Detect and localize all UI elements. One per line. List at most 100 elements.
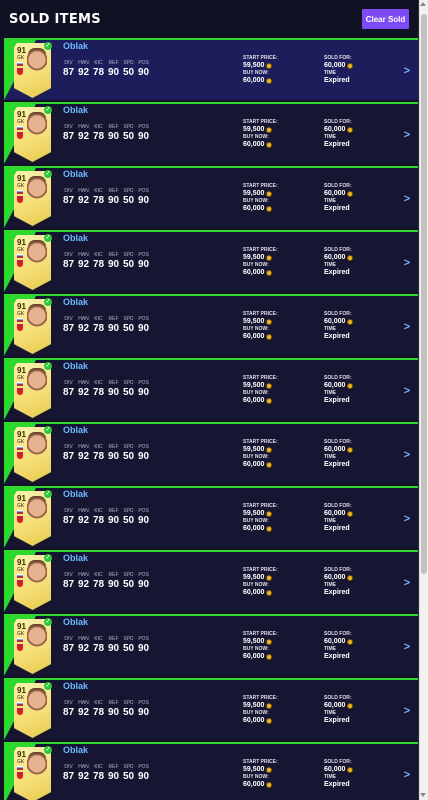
club-badge-icon [17,132,23,139]
panel-header: SOLD ITEMS Clear Sold [0,0,418,38]
scrollbar[interactable] [419,0,428,800]
stat-label: POS [138,572,149,578]
chevron-right-icon[interactable]: > [404,193,410,205]
chevron-right-icon[interactable]: > [404,705,410,717]
card-position: GK [17,311,25,317]
player-face-icon [27,242,47,268]
stat-value: 90 [107,195,120,206]
player-card: 91 GK [14,619,51,674]
player-card: 91 GK [14,555,51,610]
sold-item-row[interactable]: 91 GK ✓ Oblak DIV 87 HAN 92 KIC 78 REF 90 SP… [4,614,418,676]
sold-item-row[interactable]: 91 GK ✓ Oblak DIV 87 HAN 92 KIC 78 REF 90 SP… [4,742,418,800]
stat-label: SPD [123,60,134,66]
stat-spd: SPD 50 [123,636,134,654]
check-icon: ✓ [44,234,52,242]
stat-label: REF [108,188,119,194]
chevron-right-icon[interactable]: > [404,129,410,141]
stat-div: DIV 87 [63,572,74,590]
chevron-right-icon[interactable]: > [404,577,410,589]
sold-item-row[interactable]: 91 GK ✓ Oblak DIV 87 HAN 92 KIC 78 REF 90 SP… [4,422,418,484]
chevron-right-icon[interactable]: > [404,449,410,461]
sold-column: SOLD FOR: 60,000 TIME Expired [324,439,354,469]
player-stats: DIV 87 HAN 92 KIC 78 REF 90 SPD 50 POS 90 [63,124,149,142]
stat-label: REF [108,252,119,258]
player-card: 91 GK [14,747,51,800]
stat-value: 90 [107,259,120,270]
stat-spd: SPD 50 [123,572,134,590]
start-price-amount: 59,500 [243,318,265,325]
sold-item-row[interactable]: 91 GK ✓ Oblak DIV 87 HAN 92 KIC 78 REF 90 SP… [4,550,418,612]
sold-for-value: 60,000 [324,61,354,70]
start-price-amount: 59,500 [243,446,265,453]
scroll-up-arrow-icon[interactable] [420,2,426,6]
player-name: Oblak [63,489,89,499]
stat-han: HAN 92 [78,316,89,334]
stat-pos: POS 90 [138,444,149,462]
player-name: Oblak [63,617,89,627]
chevron-right-icon[interactable]: > [404,257,410,269]
chevron-right-icon[interactable]: > [404,513,410,525]
sold-item-row[interactable]: 91 GK ✓ Oblak DIV 87 HAN 92 KIC 78 REF 90 SP… [4,294,418,356]
player-face-icon [27,754,47,780]
stat-label: HAN [78,60,89,66]
coin-icon [266,766,273,773]
stat-value: 90 [137,515,150,526]
sold-column: SOLD FOR: 60,000 TIME Expired [324,247,354,277]
sold-item-row[interactable]: 91 GK ✓ Oblak DIV 87 HAN 92 KIC 78 REF 90 SP… [4,486,418,548]
start-price-column: START PRICE: 59,500 BUY NOW: 60,000 [243,631,278,661]
sold-for-value: 60,000 [324,637,354,646]
stat-label: DIV [64,636,73,642]
buy-now-amount: 60,000 [243,397,265,404]
start-price-amount: 59,500 [243,126,265,133]
buy-now-amount: 60,000 [243,525,265,532]
club-badge-icon [17,772,23,779]
start-price-column: START PRICE: 59,500 BUY NOW: 60,000 [243,311,278,341]
card-rating: 91 [17,110,26,119]
buy-now-amount: 60,000 [243,653,265,660]
chevron-right-icon[interactable]: > [404,321,410,333]
sold-item-row[interactable]: 91 GK ✓ Oblak DIV 87 HAN 92 KIC 78 REF 90 SP… [4,38,418,100]
sold-item-row[interactable]: 91 GK ✓ Oblak DIV 87 HAN 92 KIC 78 REF 90 SP… [4,358,418,420]
start-price-value: 59,500 [243,637,278,646]
stat-label: HAN [78,764,89,770]
card-rating: 91 [17,366,26,375]
start-price-amount: 59,500 [243,62,265,69]
scrollbar-thumb[interactable] [421,14,427,574]
stat-kic: KIC 78 [93,124,104,142]
stat-value: 92 [77,771,90,782]
chevron-right-icon[interactable]: > [404,769,410,781]
stat-han: HAN 92 [78,508,89,526]
buy-now-amount: 60,000 [243,77,265,84]
scroll-down-arrow-icon[interactable] [420,793,426,797]
stat-div: DIV 87 [63,60,74,78]
sold-for-amount: 60,000 [324,638,346,645]
chevron-right-icon[interactable]: > [404,385,410,397]
sold-for-amount: 60,000 [324,510,346,517]
stat-spd: SPD 50 [123,124,134,142]
stat-ref: REF 90 [108,188,119,206]
stat-label: KIC [94,764,103,770]
buy-now-value: 60,000 [243,780,278,789]
stat-label: REF [108,124,119,130]
buy-now-amount: 60,000 [243,461,265,468]
sold-item-row[interactable]: 91 GK ✓ Oblak DIV 87 HAN 92 KIC 78 REF 90 SP… [4,166,418,228]
sold-item-row[interactable]: 91 GK ✓ Oblak DIV 87 HAN 92 KIC 78 REF 90 SP… [4,230,418,292]
stat-label: POS [138,508,149,514]
coin-icon [266,141,273,148]
chevron-right-icon[interactable]: > [404,641,410,653]
stat-value: 50 [122,131,135,142]
stat-value: 78 [92,131,105,142]
sold-items-list: 91 GK ✓ Oblak DIV 87 HAN 92 KIC 78 REF 90 SP… [4,38,418,800]
coin-icon [266,382,273,389]
card-rating: 91 [17,686,26,695]
start-price-value: 59,500 [243,381,278,390]
coin-icon [266,397,273,404]
stat-kic: KIC 78 [93,252,104,270]
clear-sold-button[interactable]: Clear Sold [362,9,409,29]
stat-value: 90 [107,579,120,590]
sold-item-row[interactable]: 91 GK ✓ Oblak DIV 87 HAN 92 KIC 78 REF 90 SP… [4,678,418,740]
stat-pos: POS 90 [138,764,149,782]
sold-item-row[interactable]: 91 GK ✓ Oblak DIV 87 HAN 92 KIC 78 REF 90 SP… [4,102,418,164]
start-price-amount: 59,500 [243,190,265,197]
chevron-right-icon[interactable]: > [404,65,410,77]
